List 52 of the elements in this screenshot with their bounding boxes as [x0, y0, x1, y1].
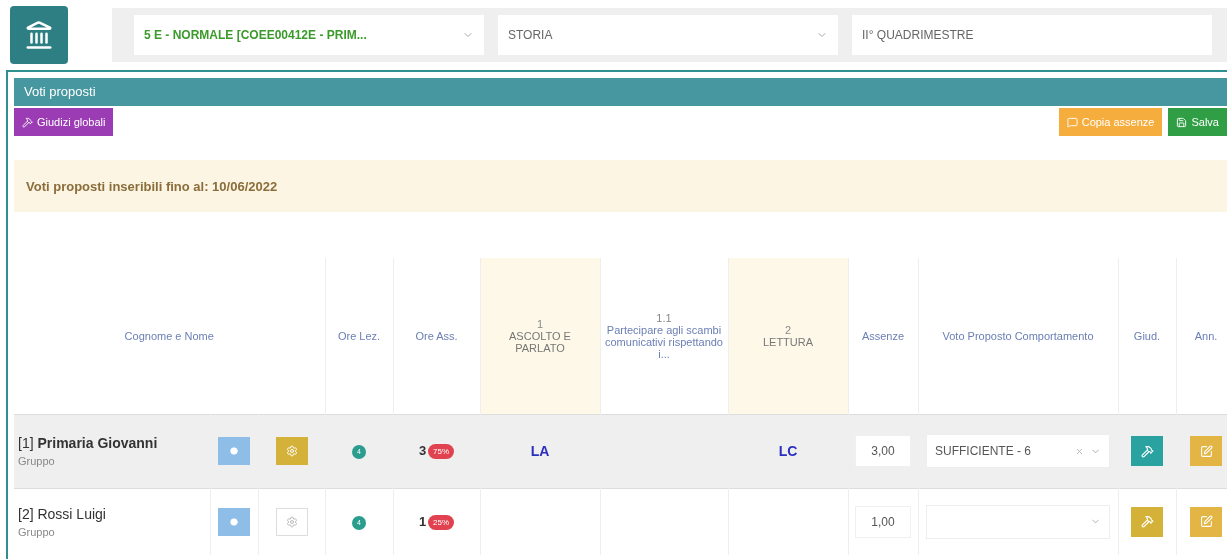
judgement-button[interactable] — [1131, 436, 1163, 466]
school-logo — [10, 6, 68, 64]
hammer-icon — [22, 116, 33, 128]
judgement-button[interactable] — [1131, 506, 1163, 537]
note-button[interactable] — [1190, 506, 1222, 537]
absences-field[interactable]: 1,00 — [855, 505, 911, 538]
save-button[interactable]: Salva — [1168, 108, 1227, 136]
absent-hours: 3 — [418, 442, 427, 458]
edit-icon — [1199, 444, 1213, 458]
hammer-icon — [1140, 444, 1154, 458]
settings-icon — [285, 445, 298, 457]
hammer-icon — [1140, 515, 1154, 529]
behaviour-select[interactable]: SUFFICIENTE - 6 — [926, 434, 1110, 468]
edit-icon — [1199, 515, 1213, 529]
panel-header: Voti proposti — [14, 78, 1227, 106]
absences-field[interactable]: 3,00 — [855, 435, 911, 467]
student-name: [2] Rossi Luigi — [18, 505, 107, 522]
class-select[interactable]: 5 E - NORMALE [COEE00412E - PRIM... — [134, 15, 484, 55]
subject-select[interactable]: STORIA — [498, 15, 838, 55]
save-icon — [1176, 116, 1188, 128]
column-header: Ore Ass. — [393, 258, 480, 414]
column-header: 1.1 Partecipare agli scambi comunicativi rispettando i... — [600, 258, 728, 414]
info-button[interactable] — [218, 507, 250, 536]
note-button[interactable] — [1190, 436, 1222, 466]
column-header: Giud. — [1118, 258, 1176, 414]
grade-value: LC — [778, 443, 798, 459]
absent-hours: 1 — [418, 513, 427, 529]
dot-icon — [230, 447, 238, 455]
column-header: 2 LETTURA — [728, 258, 848, 414]
column-header: Ore Lez. — [325, 258, 393, 414]
student-name: [1] Primaria Giovanni — [18, 435, 159, 451]
settings-button[interactable] — [275, 437, 308, 465]
behaviour-select[interactable] — [926, 504, 1110, 539]
dot-icon — [230, 517, 238, 526]
deadline-notice: Voti proposti inseribili fino al: 10/06/2022 — [14, 160, 1227, 212]
grade-value: LA — [530, 443, 550, 459]
clear-icon — [1075, 446, 1084, 456]
settings-button[interactable] — [275, 507, 308, 536]
settings-icon — [285, 515, 298, 528]
global-judgements-button[interactable]: Giudizi globali — [14, 108, 114, 136]
column-header: Cognome e Nome — [14, 258, 325, 414]
absence-percent-badge: 75% — [428, 444, 455, 460]
info-button[interactable] — [218, 437, 250, 465]
column-header: Ann. — [1176, 258, 1227, 414]
column-header: Assenze — [848, 258, 918, 414]
column-header: 1 ASCOLTO E PARLATO — [480, 258, 600, 414]
group-label: Gruppo — [18, 455, 56, 467]
speech-bubble-icon — [1066, 116, 1078, 128]
absence-percent-badge: 25% — [428, 514, 455, 530]
group-label: Gruppo — [18, 525, 56, 538]
period-select[interactable]: II° QUADRIMESTRE — [852, 15, 1212, 55]
column-header: Voto Proposto Comportamento — [918, 258, 1118, 414]
